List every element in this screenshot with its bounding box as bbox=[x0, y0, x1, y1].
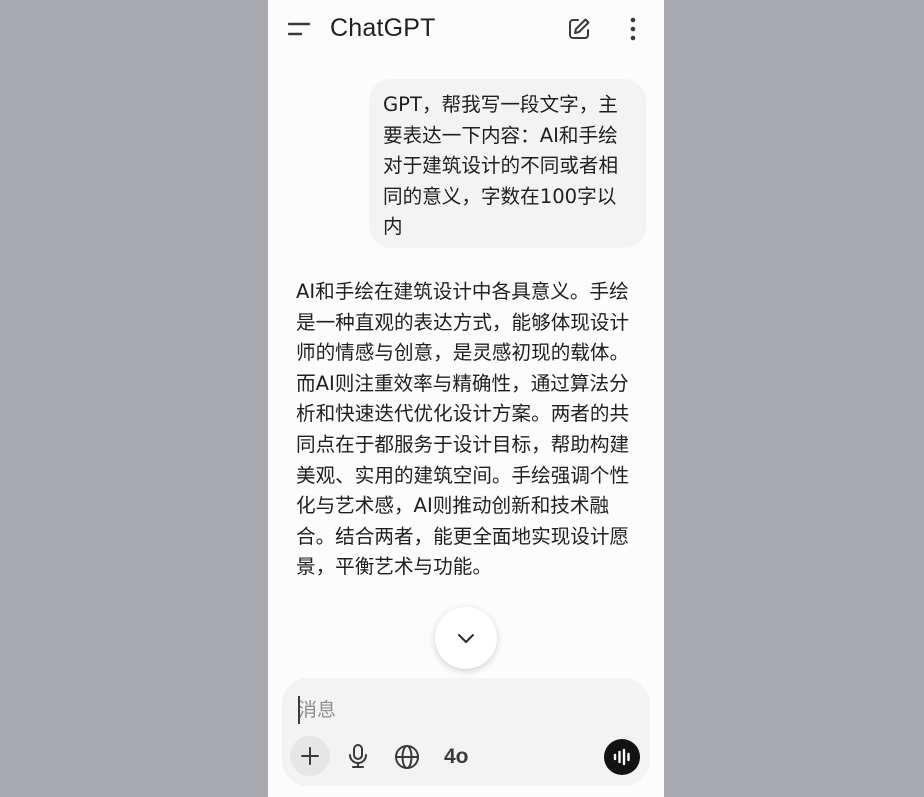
chevron-down-icon bbox=[458, 634, 474, 643]
chat-screen: ChatGPT GPT，帮我写一段文字，主要表达一下内容：AI和手绘对于建筑设计… bbox=[268, 0, 664, 797]
more-options-button[interactable] bbox=[618, 14, 648, 44]
app-title: ChatGPT bbox=[330, 14, 436, 42]
globe-icon bbox=[395, 745, 419, 769]
assistant-message: AI和手绘在建筑设计中各具意义。手绘是一种直观的表达方式，能够体现设计师的情感与… bbox=[296, 280, 630, 579]
sidebar-menu-button[interactable] bbox=[284, 14, 314, 44]
scroll-to-bottom-button[interactable] bbox=[435, 607, 497, 669]
model-selector[interactable]: 4o bbox=[444, 743, 469, 771]
attach-button[interactable] bbox=[290, 736, 330, 776]
more-vertical-icon bbox=[630, 17, 636, 41]
mic-icon bbox=[349, 744, 367, 768]
edit-icon bbox=[569, 18, 590, 39]
top-bar: ChatGPT bbox=[268, 0, 664, 58]
voice-mode-button[interactable] bbox=[604, 739, 640, 775]
message-input[interactable] bbox=[298, 692, 628, 728]
user-message-bubble: GPT，帮我写一段文字，主要表达一下内容：AI和手绘对于建筑设计的不同或者相同的… bbox=[369, 79, 646, 248]
plus-icon bbox=[301, 747, 319, 765]
voice-wave-icon bbox=[613, 748, 630, 766]
message-composer: 4o bbox=[282, 678, 650, 786]
new-chat-button[interactable] bbox=[564, 14, 594, 44]
menu-icon bbox=[287, 22, 311, 36]
dictate-button[interactable] bbox=[344, 742, 372, 770]
text-cursor bbox=[298, 696, 300, 724]
web-search-button[interactable] bbox=[394, 744, 420, 770]
